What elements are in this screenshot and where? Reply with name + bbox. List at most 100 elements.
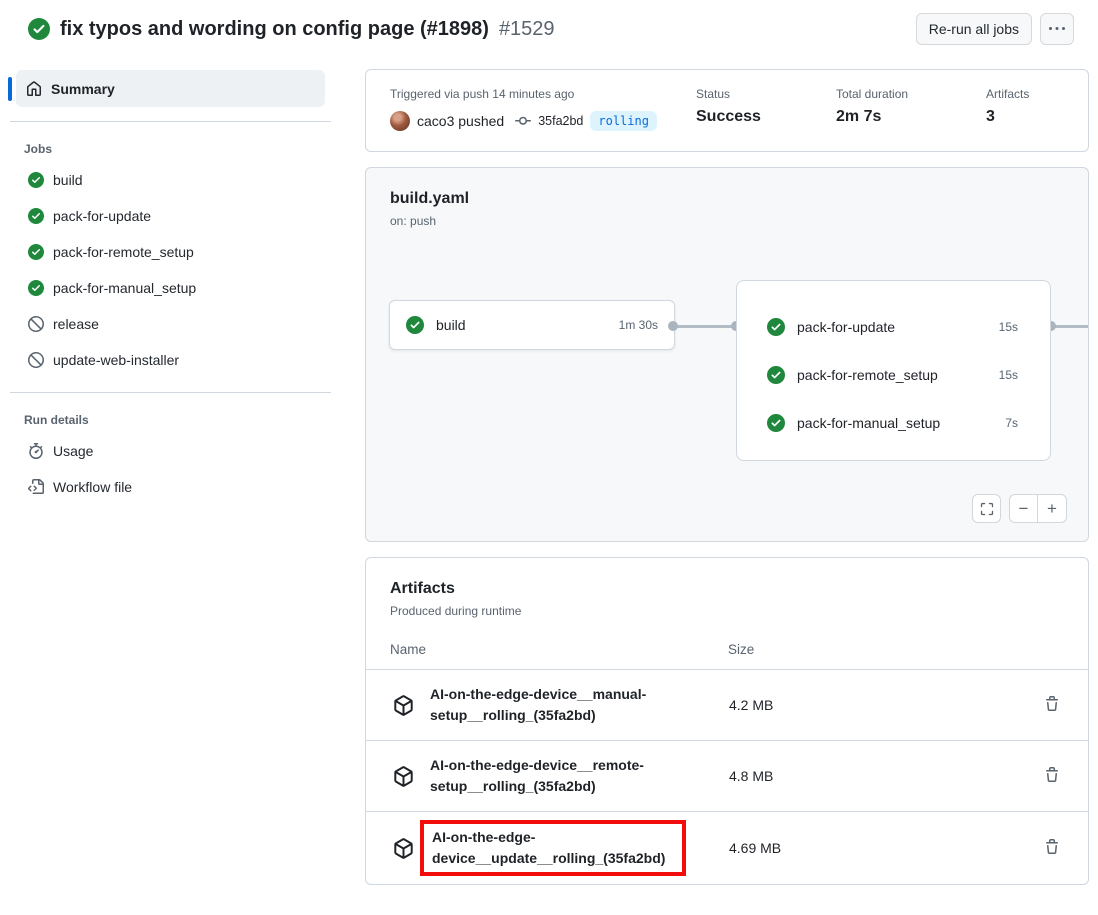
skip-icon (28, 352, 44, 368)
graph-node-duration: 15s (999, 368, 1018, 382)
job-label: pack-for-manual_setup (53, 280, 196, 296)
zoom-in-button[interactable]: + (1038, 495, 1066, 522)
job-label: release (53, 316, 99, 332)
git-commit-icon (515, 113, 531, 129)
graph-node-pack-for-manual-setup[interactable]: pack-for-manual_setup 7s (737, 399, 1050, 447)
artifacts-table-header: Name Size (366, 618, 1088, 670)
sidebar-job-pack-for-update[interactable]: pack-for-update (0, 198, 341, 234)
artifact-name-link[interactable]: AI-on-the-edge-device__remote-setup__rol… (430, 755, 696, 797)
graph-node-label: build (436, 317, 607, 333)
artifact-row: AI-on-the-edge-device__update__rolling_(… (366, 812, 1088, 884)
artifact-size: 4.8 MB (729, 768, 773, 784)
zoom-controls: − + (1009, 494, 1067, 523)
workflow-trigger-subtitle: on: push (390, 214, 1064, 228)
run-details-label: Workflow file (53, 479, 132, 495)
kebab-icon (1049, 21, 1065, 37)
screen-full-icon (980, 502, 994, 516)
graph-edge (1051, 325, 1088, 328)
job-label: update-web-installer (53, 352, 179, 368)
home-icon (26, 81, 42, 97)
run-header: fix typos and wording on config page (#1… (0, 0, 1098, 58)
job-label: pack-for-remote_setup (53, 244, 194, 260)
graph-edge-dot (668, 321, 678, 331)
artifact-size: 4.2 MB (729, 697, 773, 713)
workflow-file-title: build.yaml (390, 190, 1064, 208)
trash-icon (1044, 839, 1060, 855)
sidebar-item-workflow-file[interactable]: Workflow file (0, 469, 341, 505)
delete-artifact-button[interactable] (1040, 835, 1064, 862)
jobs-section-header: Jobs (24, 142, 341, 156)
page-title: fix typos and wording on config page (#1… (60, 18, 489, 41)
check-circle-icon (28, 18, 50, 40)
avatar[interactable] (390, 111, 410, 131)
sidebar-job-build[interactable]: build (0, 162, 341, 198)
column-header-size: Size (728, 642, 754, 657)
check-circle-icon (28, 172, 44, 188)
artifact-name-link[interactable]: AI-on-the-edge-device__manual-setup__rol… (430, 684, 696, 726)
sidebar-item-summary[interactable]: Summary (16, 70, 325, 107)
graph-node-label: pack-for-update (797, 319, 987, 335)
artifacts-count-value: 3 (986, 108, 1064, 126)
actor-text: caco3 pushed (417, 113, 504, 129)
package-icon (393, 766, 414, 787)
graph-node-duration: 1m 30s (619, 318, 658, 332)
sidebar-job-pack-for-remote-setup[interactable]: pack-for-remote_setup (0, 234, 341, 270)
graph-edge (673, 325, 736, 328)
rerun-all-jobs-button[interactable]: Re-run all jobs (916, 13, 1032, 45)
zoom-out-button[interactable]: − (1010, 495, 1038, 522)
artifact-row: AI-on-the-edge-device__manual-setup__rol… (366, 670, 1088, 741)
graph-node-duration: 15s (999, 320, 1018, 334)
file-code-icon (28, 479, 44, 495)
check-circle-icon (28, 208, 44, 224)
artifact-name-link-highlighted[interactable]: AI-on-the-edge-device__update__rolling_(… (420, 820, 686, 876)
run-details-label: Usage (53, 443, 93, 459)
sidebar-job-update-web-installer[interactable]: update-web-installer (0, 342, 341, 378)
delete-artifact-button[interactable] (1040, 692, 1064, 719)
graph-node-build[interactable]: build 1m 30s (389, 300, 675, 350)
package-icon (393, 695, 414, 716)
sidebar-summary-label: Summary (51, 81, 115, 97)
delete-artifact-button[interactable] (1040, 763, 1064, 790)
sidebar-divider (10, 121, 331, 122)
status-value: Success (696, 108, 836, 126)
artifacts-title: Artifacts (390, 580, 1064, 598)
status-label: Status (696, 87, 836, 101)
duration-label: Total duration (836, 87, 986, 101)
check-circle-icon (767, 366, 785, 384)
workflow-graph-card: build.yaml on: push build 1m 30s pack-fo… (365, 167, 1089, 542)
sidebar-item-usage[interactable]: Usage (0, 433, 341, 469)
graph-node-label: pack-for-remote_setup (797, 367, 987, 383)
check-circle-icon (767, 414, 785, 432)
graph-job-group: pack-for-update 15s pack-for-remote_setu… (736, 280, 1051, 461)
sidebar-job-release[interactable]: release (0, 306, 341, 342)
graph-node-label: pack-for-manual_setup (797, 415, 993, 431)
job-label: pack-for-update (53, 208, 151, 224)
artifacts-count-label: Artifacts (986, 87, 1064, 101)
sidebar-divider (10, 392, 331, 393)
package-icon (393, 838, 414, 859)
skip-icon (28, 316, 44, 332)
graph-node-duration: 7s (1005, 416, 1018, 430)
graph-node-pack-for-update[interactable]: pack-for-update 15s (737, 303, 1050, 351)
commit-sha-link[interactable]: 35fa2bd (538, 114, 583, 128)
duration-value: 2m 7s (836, 108, 986, 126)
trash-icon (1044, 767, 1060, 783)
trash-icon (1044, 696, 1060, 712)
artifact-size: 4.69 MB (729, 840, 781, 856)
column-header-name: Name (390, 642, 728, 657)
check-circle-icon (406, 316, 424, 334)
sidebar: Summary Jobs build pack-for-update pack-… (0, 58, 341, 505)
check-circle-icon (28, 244, 44, 260)
artifacts-card: Artifacts Produced during runtime Name S… (365, 557, 1089, 885)
branch-badge[interactable]: rolling (590, 111, 657, 131)
stopwatch-icon (28, 443, 44, 459)
run-number: #1529 (499, 18, 555, 41)
trigger-line: Triggered via push 14 minutes ago (390, 87, 696, 101)
artifact-row: AI-on-the-edge-device__remote-setup__rol… (366, 741, 1088, 812)
check-circle-icon (28, 280, 44, 296)
more-options-button[interactable] (1040, 13, 1074, 45)
graph-node-pack-for-remote-setup[interactable]: pack-for-remote_setup 15s (737, 351, 1050, 399)
check-circle-icon (767, 318, 785, 336)
sidebar-job-pack-for-manual-setup[interactable]: pack-for-manual_setup (0, 270, 341, 306)
fullscreen-button[interactable] (972, 494, 1001, 523)
